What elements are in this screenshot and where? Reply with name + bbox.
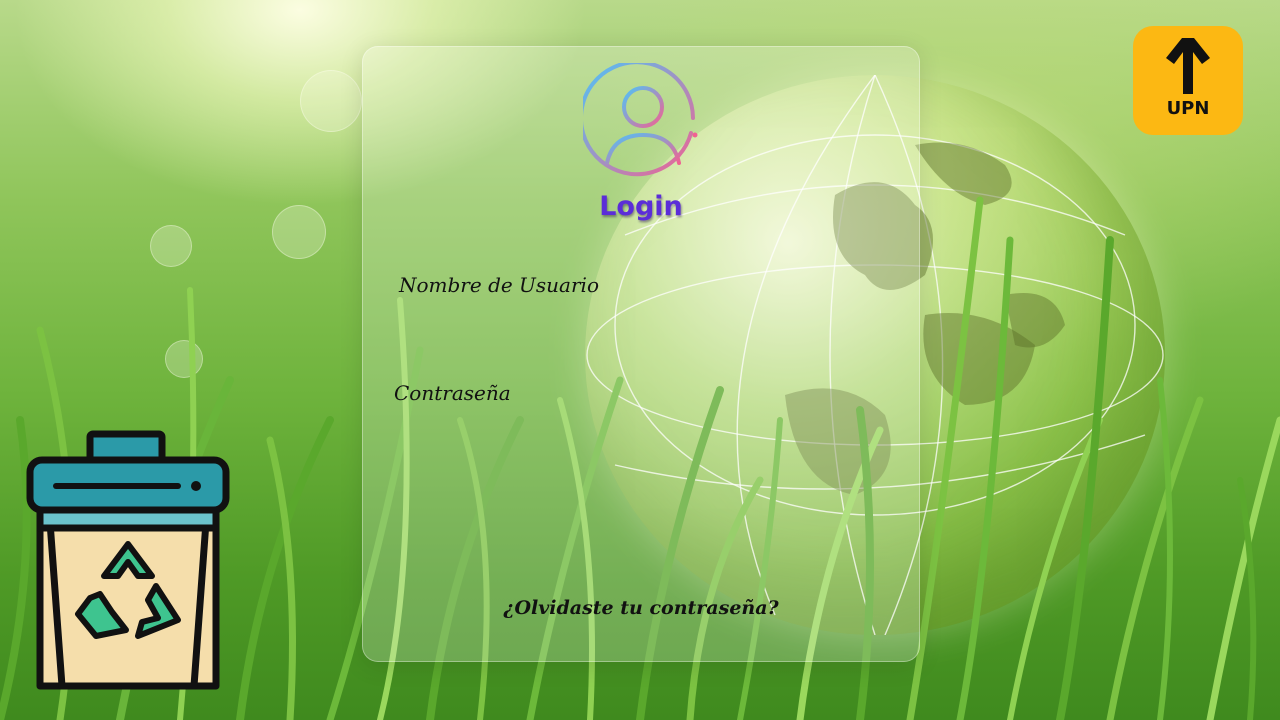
recycle-bin-icon [26,430,230,696]
background-scene: Login Nombre de Usuario Contraseña ¿Olvi… [0,0,1280,720]
forgot-password-link[interactable]: ¿Olvidaste tu contraseña? [363,597,919,619]
upn-logo: UPN [1133,26,1243,135]
username-input[interactable] [399,309,887,339]
login-card: Login Nombre de Usuario Contraseña ¿Olvi… [362,46,920,662]
upn-logo-text: UPN [1166,98,1210,119]
password-input[interactable] [394,417,882,447]
upn-arrows-icon [1166,38,1210,94]
password-label: Contraseña [394,381,511,405]
login-title: Login [599,191,683,222]
username-label: Nombre de Usuario [399,273,599,297]
user-circle-icon [579,60,703,183]
